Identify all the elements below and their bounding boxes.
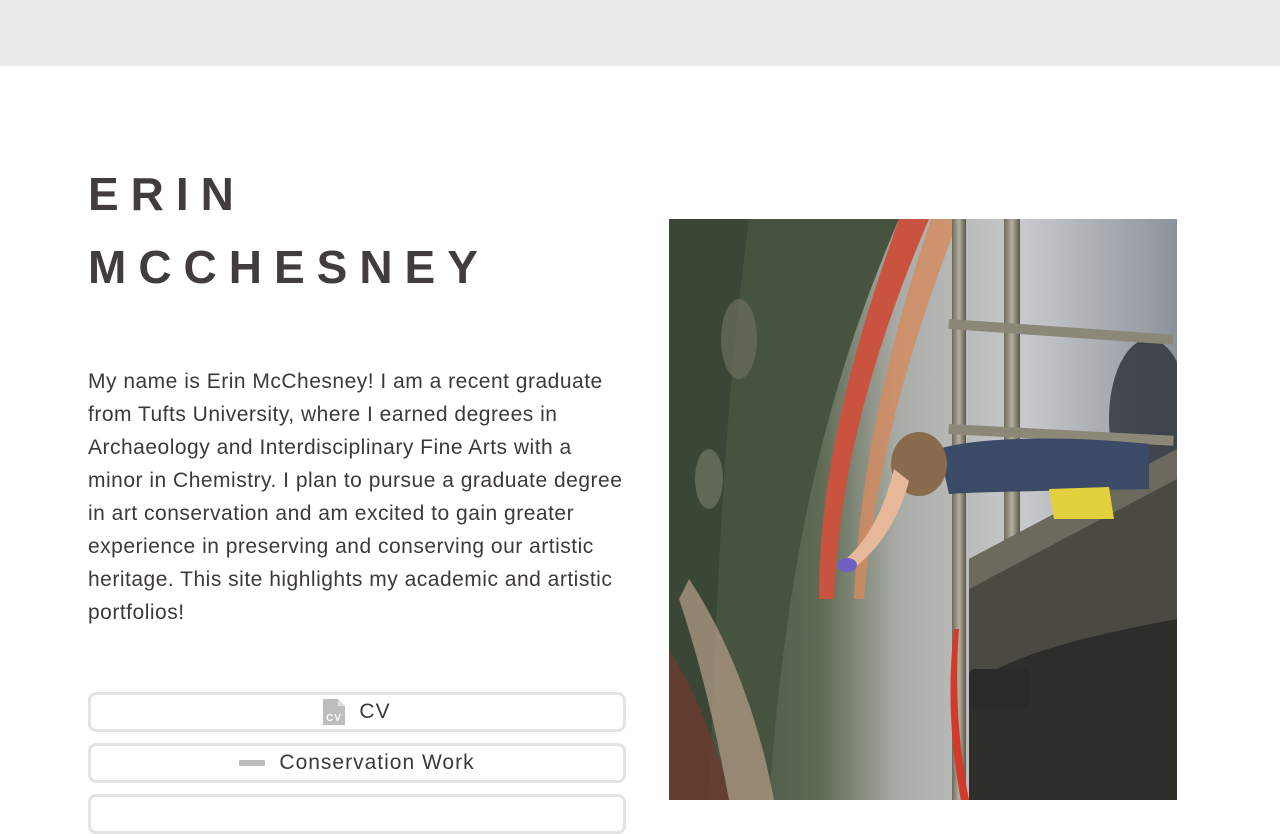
document-cv-icon: CV [323, 699, 346, 725]
svg-text:CV: CV [326, 713, 342, 724]
conservation-work-button[interactable]: Conservation Work [88, 743, 626, 783]
dash-icon [239, 760, 266, 766]
cv-button[interactable]: CV CV [88, 692, 626, 732]
conservation-work-label: Conservation Work [279, 751, 475, 774]
name-first: ERIN [88, 168, 246, 220]
bio-paragraph: My name is Erin McChesney! I am a recent… [88, 370, 623, 624]
page-title: ERIN MCCHESNEY [88, 158, 648, 304]
link-button[interactable] [88, 794, 626, 834]
name-last: MCCHESNEY [88, 241, 490, 293]
header-bar [0, 0, 1280, 66]
conservator-on-scaffolding-photo [669, 219, 1177, 800]
cv-button-label: CV [359, 700, 391, 723]
